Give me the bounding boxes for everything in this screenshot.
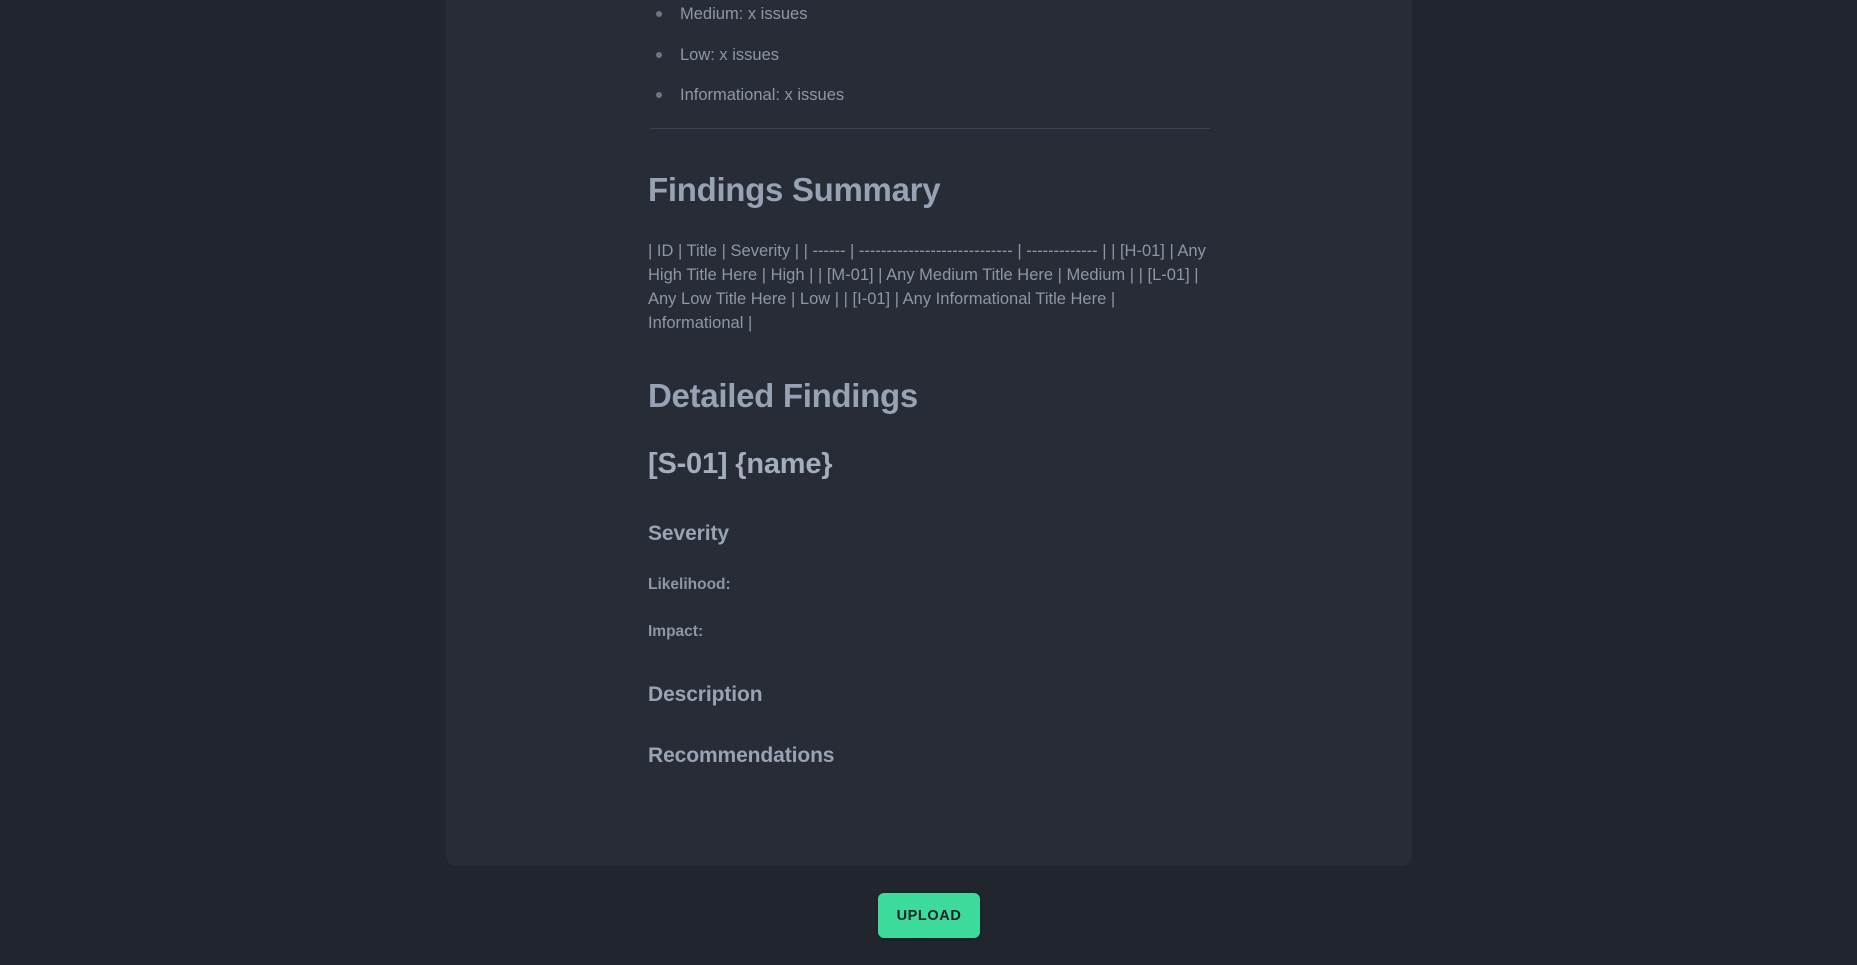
impact-label: Impact: xyxy=(648,622,704,640)
document-preview-panel: Medium: x issues Low: x issues Informati… xyxy=(446,0,1412,866)
detailed-findings-heading: Detailed Findings xyxy=(648,377,918,415)
bullet-icon xyxy=(656,92,662,99)
list-item: Medium: x issues xyxy=(648,4,1208,25)
upload-action-bar: UPLOAD xyxy=(446,866,1412,965)
likelihood-label: Likelihood: xyxy=(648,575,731,593)
findings-summary-table-text: | ID | Title | Severity | | ------ | ---… xyxy=(648,241,1206,333)
upload-button[interactable]: UPLOAD xyxy=(877,893,981,938)
app-root: Medium: x issues Low: x issues Informati… xyxy=(0,0,1857,965)
bullet-icon xyxy=(656,11,662,17)
severity-count-informational: Informational: x issues xyxy=(680,86,845,105)
severity-count-low: Low: x issues xyxy=(680,45,780,64)
document-content: Medium: x issues Low: x issues Informati… xyxy=(648,0,1210,808)
list-item: Low: x issues xyxy=(648,45,1208,66)
finding-title: [S-01] {name} xyxy=(648,448,833,481)
severity-heading: Severity xyxy=(648,522,729,546)
severity-count-medium: Medium: x issues xyxy=(680,5,808,23)
bullet-icon xyxy=(656,51,662,58)
severity-count-list: Medium: x issues Low: x issues Informati… xyxy=(648,0,1208,106)
findings-summary-heading: Findings Summary xyxy=(648,170,941,208)
content-bottom-spacer xyxy=(648,768,1208,808)
section-divider xyxy=(650,127,1210,129)
recommendations-heading: Recommendations xyxy=(648,744,835,768)
description-heading: Description xyxy=(648,682,763,706)
list-item: Informational: x issues xyxy=(648,85,1208,106)
